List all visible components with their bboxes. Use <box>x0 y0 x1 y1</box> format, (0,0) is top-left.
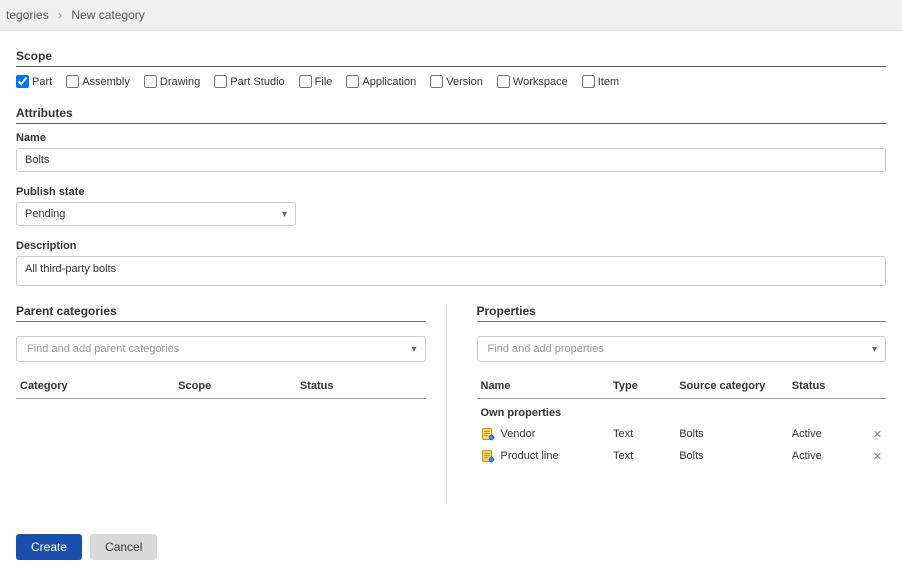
name-input[interactable] <box>16 148 886 172</box>
property-row[interactable]: Vendor TextBoltsActive ✕ <box>477 423 887 445</box>
scope-option-file[interactable]: File <box>299 75 333 88</box>
parent-categories-search[interactable]: ▾ <box>16 336 426 362</box>
cancel-button[interactable]: Cancel <box>90 534 157 560</box>
scope-checkbox[interactable] <box>346 75 359 88</box>
properties-title: Properties <box>477 304 887 322</box>
publish-state-select[interactable]: Pending ▾ <box>16 202 296 226</box>
scope-option-part-studio[interactable]: Part Studio <box>214 75 284 88</box>
remove-property-icon[interactable]: ✕ <box>873 451 882 463</box>
property-name: Vendor <box>501 428 536 440</box>
scope-option-label: Drawing <box>160 76 200 88</box>
scope-checkbox[interactable] <box>214 75 227 88</box>
property-status: Active <box>792 450 858 462</box>
chevron-right-icon: › <box>58 8 62 22</box>
scope-checkbox[interactable] <box>16 75 29 88</box>
scope-option-assembly[interactable]: Assembly <box>66 75 130 88</box>
chevron-down-icon: ▾ <box>872 344 877 355</box>
col-status: Status <box>300 380 422 392</box>
description-label: Description <box>16 240 886 252</box>
scope-checkbox[interactable] <box>66 75 79 88</box>
property-name: Product line <box>501 450 559 462</box>
scope-checkbox[interactable] <box>430 75 443 88</box>
parent-categories-search-input[interactable] <box>25 342 405 356</box>
property-type: Text <box>613 450 679 462</box>
property-source: Bolts <box>679 428 792 440</box>
publish-state-label: Publish state <box>16 186 886 198</box>
scope-option-version[interactable]: Version <box>430 75 483 88</box>
scope-option-label: Part <box>32 76 52 88</box>
attributes-section-title: Attributes <box>16 106 886 124</box>
scope-option-label: Version <box>446 76 483 88</box>
scope-option-item[interactable]: Item <box>582 75 619 88</box>
scope-option-label: Workspace <box>513 76 568 88</box>
remove-property-icon[interactable]: ✕ <box>873 429 882 441</box>
property-row[interactable]: Product line TextBoltsActive ✕ <box>477 445 887 467</box>
col-source: Source category <box>679 380 792 392</box>
chevron-down-icon: ▾ <box>411 344 416 355</box>
publish-state-value: Pending <box>25 208 65 220</box>
properties-search[interactable]: ▾ <box>477 336 887 362</box>
property-icon <box>481 449 495 463</box>
scope-option-label: Part Studio <box>230 76 284 88</box>
own-properties-group: Own properties <box>477 399 887 423</box>
parent-categories-table-header: Category Scope Status <box>16 374 426 399</box>
scope-option-application[interactable]: Application <box>346 75 416 88</box>
breadcrumb-prev[interactable]: tegories <box>6 8 49 22</box>
breadcrumb-current: New category <box>71 8 144 22</box>
scope-option-part[interactable]: Part <box>16 75 52 88</box>
properties-table-header: Name Type Source category Status <box>477 374 887 399</box>
scope-options: Part Assembly Drawing Part Studio File Applic… <box>16 75 886 88</box>
col-scope: Scope <box>178 380 300 392</box>
breadcrumb: tegories › New category <box>0 0 902 31</box>
col-status: Status <box>792 380 858 392</box>
scope-checkbox[interactable] <box>144 75 157 88</box>
scope-checkbox[interactable] <box>497 75 510 88</box>
property-icon <box>481 427 495 441</box>
col-type: Type <box>613 380 679 392</box>
name-label: Name <box>16 132 886 144</box>
scope-option-workspace[interactable]: Workspace <box>497 75 568 88</box>
scope-section-title: Scope <box>16 49 886 67</box>
scope-option-drawing[interactable]: Drawing <box>144 75 200 88</box>
col-category: Category <box>20 380 178 392</box>
parent-categories-title: Parent categories <box>16 304 426 322</box>
property-type: Text <box>613 428 679 440</box>
col-name: Name <box>481 380 613 392</box>
create-button[interactable]: Create <box>16 534 82 560</box>
scope-option-label: Application <box>362 76 416 88</box>
scope-option-label: Assembly <box>82 76 130 88</box>
property-source: Bolts <box>679 450 792 462</box>
description-input[interactable]: All third-party bolts <box>16 256 886 286</box>
property-status: Active <box>792 428 858 440</box>
scope-checkbox[interactable] <box>582 75 595 88</box>
scope-option-label: Item <box>598 76 619 88</box>
properties-search-input[interactable] <box>486 342 866 356</box>
chevron-down-icon: ▾ <box>282 209 287 220</box>
scope-option-label: File <box>315 76 333 88</box>
scope-checkbox[interactable] <box>299 75 312 88</box>
